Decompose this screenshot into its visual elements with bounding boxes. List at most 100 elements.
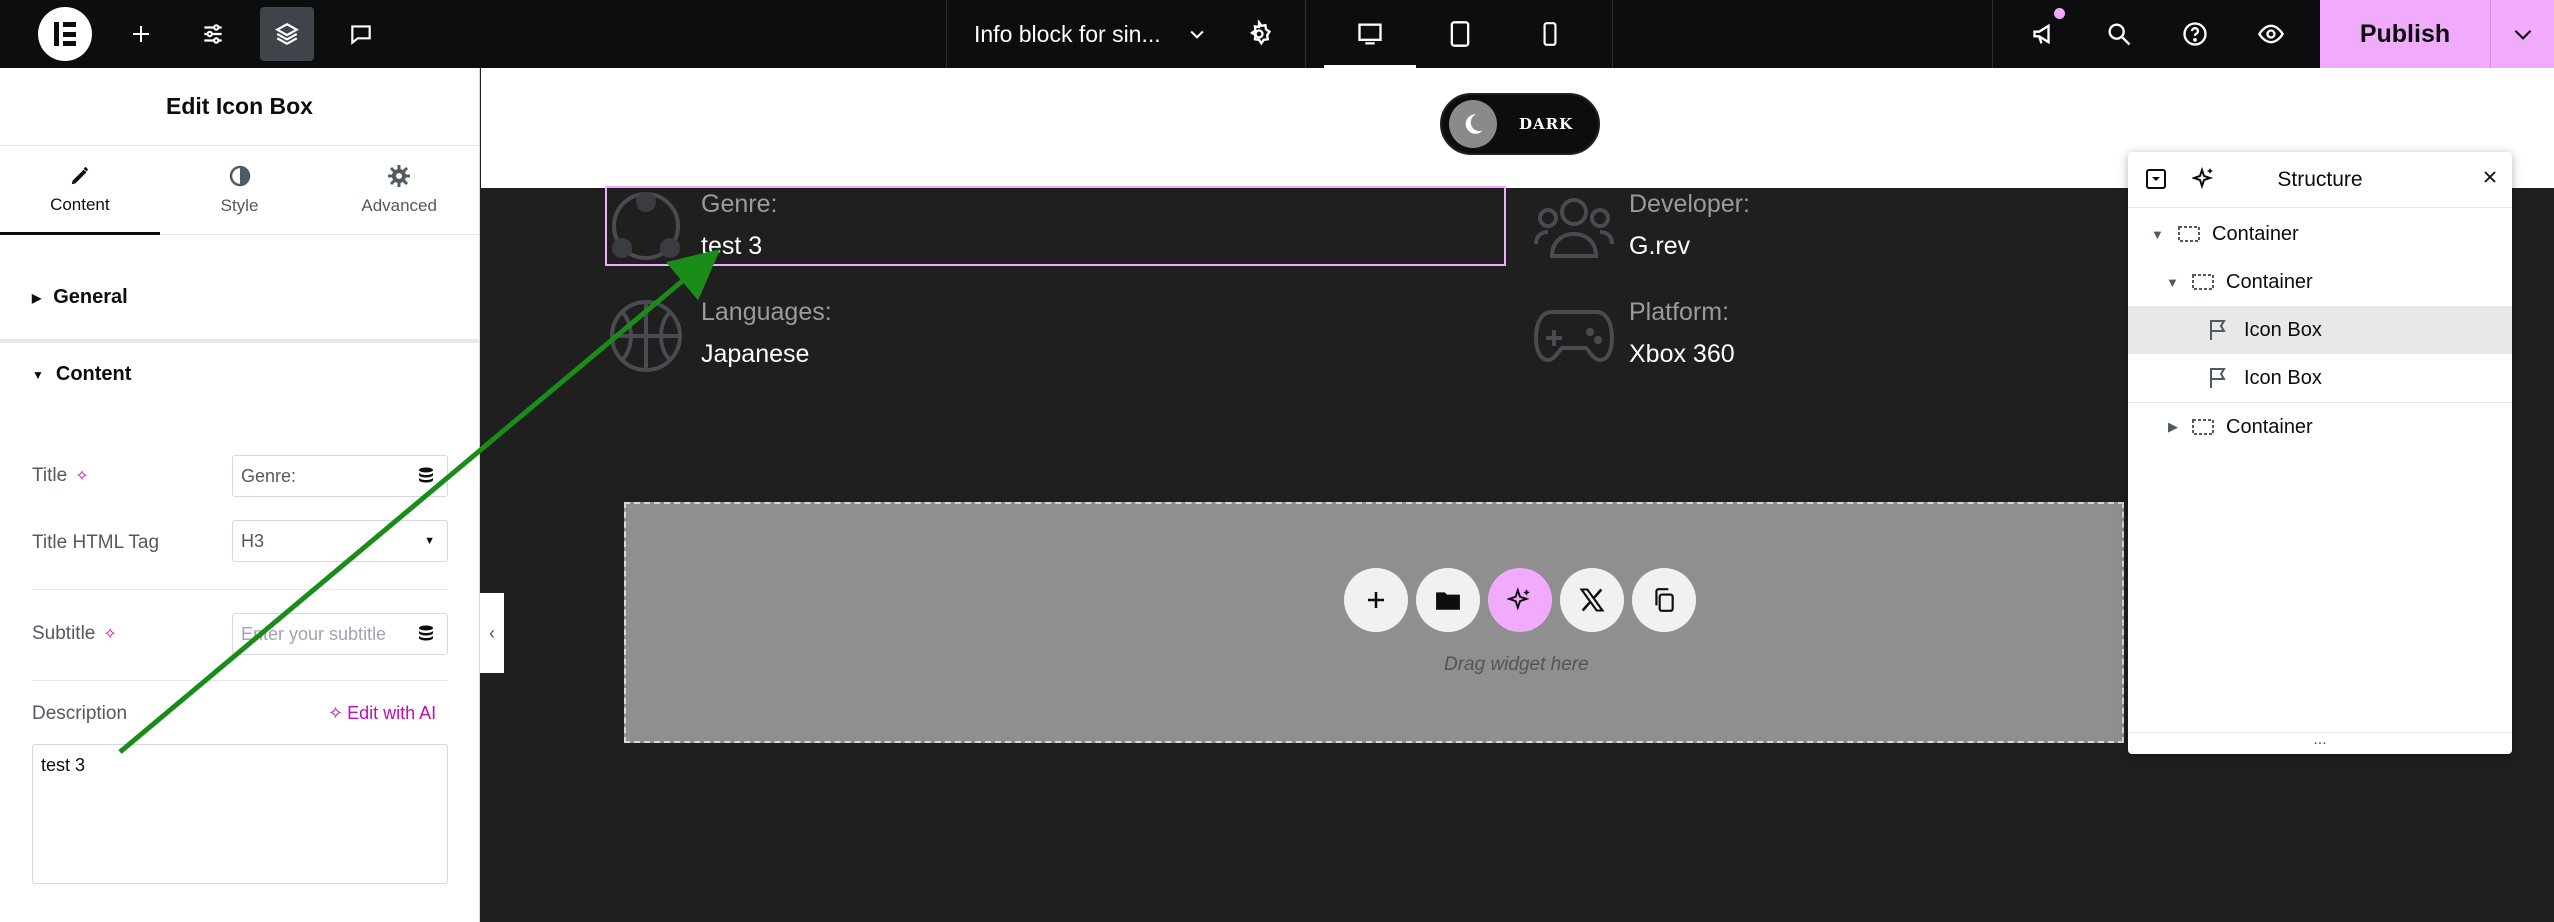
tab-style[interactable]: Style [160, 146, 320, 234]
comments-button[interactable] [340, 0, 382, 68]
structure-resize-handle[interactable]: ... [2128, 732, 2512, 754]
tablet-view-button[interactable] [1414, 0, 1506, 68]
tab-advanced[interactable]: Advanced [319, 146, 479, 234]
tab-label: Content [50, 195, 110, 214]
ai-structure-button[interactable] [2190, 166, 2216, 195]
collapse-all-button[interactable] [2144, 167, 2168, 196]
chevron-down-icon [1190, 30, 1204, 39]
publish-button[interactable]: Publish [2320, 0, 2490, 68]
label-text: Subtitle [32, 623, 96, 644]
toolbar-divider [1992, 0, 1993, 68]
desktop-view-button[interactable] [1324, 0, 1416, 68]
label-text: Title [32, 465, 68, 486]
sliders-icon [204, 24, 222, 44]
subtitle-placeholder: Enter your subtitle [241, 623, 387, 644]
select-caret-icon: ▼ [424, 535, 435, 547]
dynamic-tags-button[interactable] [404, 455, 448, 497]
title-input[interactable]: Genre: [232, 455, 406, 497]
collapse-panel-button[interactable]: ‹ [480, 593, 504, 673]
caret-down-icon[interactable]: ▼ [2151, 227, 2164, 242]
caret-right-icon[interactable]: ▶ [2168, 419, 2178, 435]
database-icon [418, 625, 433, 641]
dynamic-tags-button[interactable] [404, 613, 448, 655]
tab-label: Style [220, 196, 259, 215]
description-textarea[interactable]: test 3 [32, 744, 448, 884]
ai-sparkle-icon[interactable]: ✧ [75, 466, 88, 486]
description-value: test 3 [41, 755, 86, 775]
add-section-button[interactable] [1344, 568, 1408, 632]
languages-value: Japanese [701, 340, 810, 368]
help-icon [2183, 22, 2207, 46]
dark-mode-label: DARK [1519, 115, 1574, 133]
copy-icon [1655, 588, 1674, 612]
folder-icon [1436, 592, 1460, 610]
publish-options-button[interactable] [2490, 0, 2554, 68]
eye-icon [2257, 24, 2285, 44]
genre-label: Genre: [701, 190, 778, 218]
close-structure-button[interactable] [2480, 167, 2500, 192]
structure-button[interactable] [260, 7, 314, 61]
megaphone-icon [2033, 23, 2050, 45]
paste-button[interactable] [1632, 568, 1696, 632]
ai-sparkle-icon: ✧ [328, 703, 344, 723]
ai-sparkle-icon[interactable]: ✧ [103, 624, 116, 644]
structure-header: Structure [2128, 152, 2512, 208]
collapse-icon [2146, 169, 2166, 189]
site-settings-button[interactable] [192, 0, 234, 68]
structure-row-selected[interactable]: Icon Box [2128, 306, 2512, 354]
section-divider [0, 339, 479, 343]
document-title: Info block for sin... [974, 20, 1161, 47]
chevron-down-icon [2514, 29, 2531, 40]
desktop-icon [1358, 23, 1382, 45]
plus-icon [1368, 592, 1384, 608]
tab-content[interactable]: Content [0, 146, 160, 235]
developer-label: Developer: [1629, 190, 1750, 218]
developer-value: G.rev [1629, 232, 1691, 260]
section-label: General [53, 286, 128, 308]
title-tag-select[interactable]: H3 ▼ [232, 520, 448, 562]
plus-icon [133, 26, 149, 42]
ai-generate-button[interactable] [1488, 568, 1552, 632]
structure-row[interactable]: ▼ Container [2128, 210, 2512, 258]
page-settings-button[interactable] [1238, 0, 1280, 68]
platform-value: Xbox 360 [1629, 340, 1735, 368]
title-field-label: Title ✧ [32, 465, 89, 487]
section-content-toggle[interactable]: ▼ Content [0, 363, 131, 386]
x-connect-button[interactable] [1560, 568, 1624, 632]
search-button[interactable] [2096, 0, 2142, 68]
basketball-globe-icon [610, 300, 682, 372]
gear-icon [388, 165, 411, 187]
structure-row[interactable]: ▶ Container [2128, 403, 2512, 451]
description-label: Description [32, 703, 128, 724]
flag-icon [2210, 368, 2226, 388]
search-icon [2108, 23, 2131, 46]
dark-mode-toggle[interactable]: DARK [1440, 93, 1600, 155]
subtitle-field-label: Subtitle ✧ [32, 623, 117, 645]
drag-widget-hint: Drag widget here [1444, 654, 1589, 675]
container-icon [2192, 274, 2214, 290]
section-general-toggle[interactable]: ▶ General [0, 286, 128, 309]
caret-down-icon: ▼ [32, 367, 44, 382]
field-divider [32, 680, 448, 681]
close-icon [2484, 171, 2496, 183]
preview-button[interactable] [2248, 0, 2294, 68]
users-group-icon [1534, 198, 1614, 258]
elementor-logo-icon[interactable] [38, 7, 92, 61]
add-template-button[interactable] [1416, 568, 1480, 632]
title-tag-label: Title HTML Tag [32, 532, 160, 553]
structure-row[interactable]: ▼ Container [2128, 258, 2512, 306]
help-button[interactable] [2172, 0, 2218, 68]
subtitle-input[interactable]: Enter your subtitle [232, 613, 406, 655]
caret-down-icon[interactable]: ▼ [2166, 275, 2179, 290]
row-label: Container [2226, 270, 2313, 293]
gamepad-icon [1534, 310, 1614, 363]
pencil-icon [71, 166, 89, 185]
mobile-view-button[interactable] [1504, 0, 1596, 68]
mobile-icon [1543, 22, 1557, 46]
structure-row[interactable]: Icon Box [2128, 354, 2512, 402]
notification-dot [2054, 8, 2065, 19]
row-label: Icon Box [2244, 318, 2322, 341]
edit-with-ai-button[interactable]: ✧ Edit with AI [328, 703, 436, 724]
title-tag-value: H3 [241, 530, 265, 551]
add-element-button[interactable] [120, 0, 162, 68]
